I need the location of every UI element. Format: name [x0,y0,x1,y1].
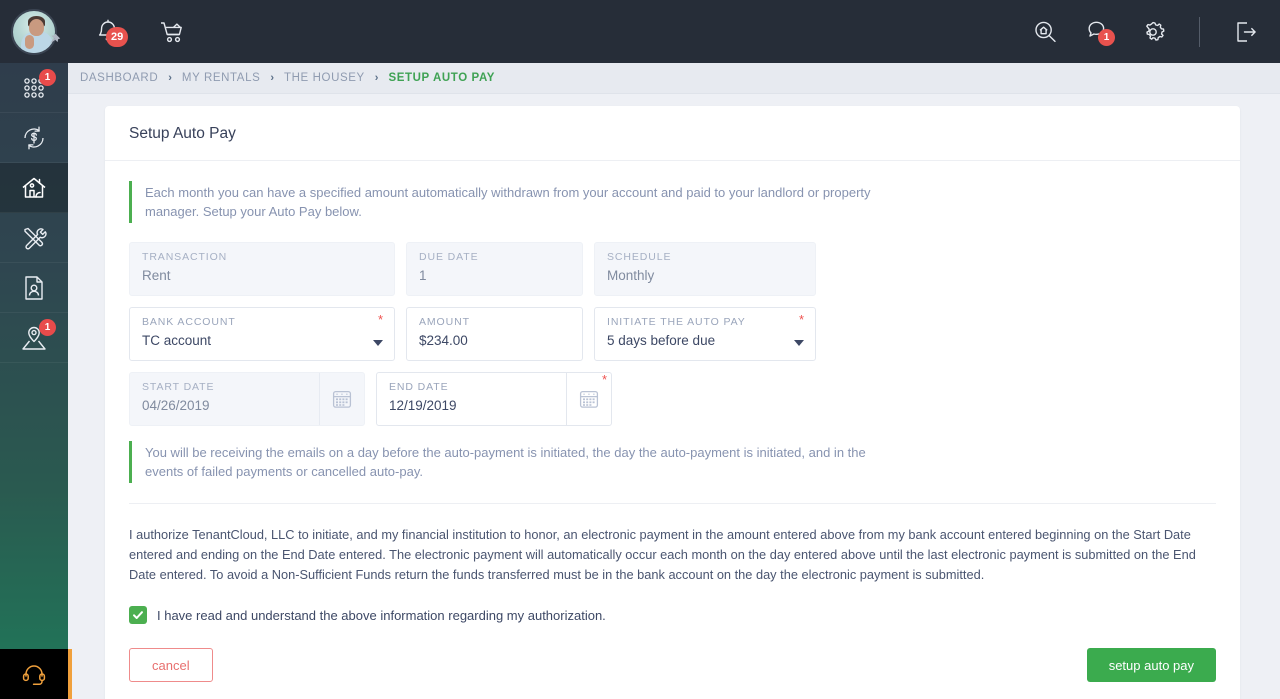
consent-checkbox[interactable] [129,606,147,624]
notifications-badge: 29 [106,26,129,47]
calendar-icon [332,390,352,408]
card-body: Each month you can have a specified amou… [105,161,1240,699]
bank-account-required-asterisk: * [377,312,383,327]
settings-button[interactable] [1139,18,1167,46]
schedule-value: Monthly [607,268,655,283]
sidebar-badge-dashboard: 1 [39,69,56,86]
chevron-down-icon[interactable] [794,340,804,346]
notifications-button[interactable]: 29 [94,18,129,47]
schedule-label: SCHEDULE [607,251,672,263]
field-row-dates: START DATE 04/26/2019 END DATE 12/19/201… [129,372,1216,426]
sidebar-accent-bar [68,649,72,699]
authorization-text: I authorize TenantCloud, LLC to initiate… [129,527,1196,582]
form-actions: cancel setup auto pay [129,648,1216,699]
cancel-button[interactable]: cancel [129,648,213,682]
topbar-divider [1199,16,1200,47]
gear-icon [1146,21,1165,41]
initiate-auto-pay-select[interactable]: INITIATE THE AUTO PAY 5 days before due … [594,307,816,361]
transaction-value: Rent [142,268,171,283]
breadcrumb-item-setup-auto-pay: SETUP AUTO PAY [388,72,496,84]
breadcrumb-separator: › [374,72,379,84]
sidebar-item-payments[interactable] [0,113,68,163]
end-date-label: END DATE [389,381,449,393]
consent-row: I have read and understand the above inf… [129,606,1216,624]
breadcrumb-item-the-housey[interactable]: THE HOUSEY [284,72,365,84]
setup-auto-pay-button[interactable]: setup auto pay [1086,648,1216,682]
start-date-label: START DATE [142,381,215,393]
property-search-button[interactable] [1031,18,1059,46]
document-person-icon [25,275,43,300]
end-date-required-asterisk: * [601,372,607,387]
content-area: Setup Auto Pay Each month you can have a… [68,94,1280,699]
sidebar-item-listings[interactable]: 1 [0,313,68,363]
home-icon [22,177,46,198]
sidebar-item-documents[interactable] [0,263,68,313]
initiate-required-asterisk: * [798,312,804,327]
field-row-summary: TRANSACTION Rent DUE DATE 1 SCHEDULE Mon… [129,242,1216,296]
topbar-left-group: 29 [94,18,188,47]
calendar-icon [579,390,599,408]
page-title: Setup Auto Pay [129,125,236,142]
topbar: 29 1 [68,0,1280,63]
bank-account-value: TC account [142,333,212,348]
due-date-field: DUE DATE 1 [406,242,583,296]
check-icon [133,611,143,619]
field-row-payment: BANK ACCOUNT TC account * AMOUNT $234.00… [129,307,1216,361]
breadcrumb: DASHBOARD › MY RENTALS › THE HOUSEY › SE… [68,63,1280,94]
logout-icon [1237,21,1256,42]
avatar-head [29,18,44,36]
payments-icon [24,126,44,149]
pin-icon[interactable] [46,32,62,53]
sidebar: 1 1 [0,0,72,699]
due-date-label: DUE DATE [419,251,479,263]
sidebar-item-maintenance[interactable] [0,213,68,263]
messages-button[interactable]: 1 [1085,18,1115,46]
sidebar-item-support[interactable] [0,649,68,699]
breadcrumb-separator: › [168,72,172,84]
logout-button[interactable] [1232,18,1260,46]
setup-auto-pay-card: Setup Auto Pay Each month you can have a… [105,106,1240,699]
intro-note: Each month you can have a specified amou… [129,181,889,223]
breadcrumb-separator: › [270,72,275,84]
initiate-auto-pay-value: 5 days before due [607,333,716,348]
amount-label: AMOUNT [419,316,470,328]
transaction-label: TRANSACTION [142,251,228,263]
card-header: Setup Auto Pay [105,106,1240,161]
breadcrumb-item-dashboard[interactable]: DASHBOARD [80,72,158,84]
bank-account-label: BANK ACCOUNT [142,316,236,328]
avatar-arm [25,34,34,49]
tools-icon [24,227,47,249]
cart-button[interactable] [158,18,188,46]
due-date-value: 1 [419,268,427,283]
headset-icon [22,665,46,685]
home-search-icon [1035,21,1056,42]
start-date-calendar-button [319,373,364,425]
amount-input[interactable]: AMOUNT $234.00 [406,307,583,361]
topbar-right-group: 1 [1031,16,1260,47]
start-date-value: 04/26/2019 [142,398,210,413]
bank-account-select[interactable]: BANK ACCOUNT TC account * [129,307,395,361]
consent-label: I have read and understand the above inf… [157,607,606,623]
sidebar-item-rentals[interactable] [0,163,68,213]
cart-icon [161,21,182,42]
avatar-cell[interactable] [0,0,68,63]
start-date-field: START DATE 04/26/2019 [129,372,365,426]
emails-note: You will be receiving the emails on a da… [129,441,889,483]
schedule-field: SCHEDULE Monthly [594,242,816,296]
app-root: 1 1 29 1 DASHBOARD › MY RENTALS › THE HO… [0,0,1280,699]
chevron-down-icon[interactable] [373,340,383,346]
end-date-calendar-button[interactable]: * [566,373,611,425]
sidebar-badge-listings: 1 [39,319,56,336]
amount-value: $234.00 [419,333,468,348]
messages-badge: 1 [1098,28,1115,46]
initiate-auto-pay-label: INITIATE THE AUTO PAY [607,316,746,328]
breadcrumb-item-my-rentals[interactable]: MY RENTALS [182,72,260,84]
sidebar-item-dashboard[interactable]: 1 [0,63,68,113]
main-column: 29 1 DASHBOARD › MY RENTALS › THE HOUSEY… [68,0,1280,699]
end-date-value: 12/19/2019 [389,398,457,413]
end-date-field[interactable]: END DATE 12/19/2019 * [376,372,612,426]
transaction-field: TRANSACTION Rent [129,242,395,296]
